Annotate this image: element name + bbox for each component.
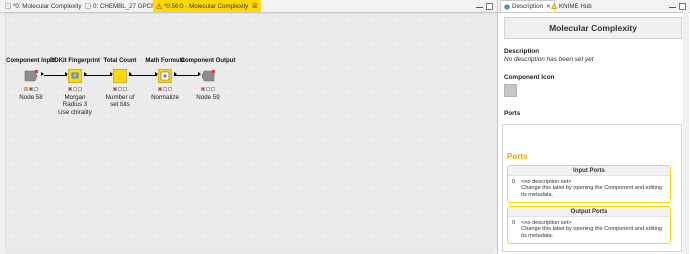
- output-ports-title: Output Ports: [508, 207, 670, 217]
- node-status-lights: [68, 87, 82, 91]
- workflow-editor: *0: Molecular Complexity 0: CHEMBL_27 GP…: [0, 0, 498, 254]
- math-formula-node-icon: [158, 69, 172, 83]
- ports-heading: Ports: [504, 110, 521, 117]
- workflow-canvas[interactable]: [5, 13, 493, 251]
- tab-label: *0: Molecular Complexity: [13, 2, 82, 10]
- tab-label: 0: CHEMBL_27 GPCRs: [93, 2, 159, 10]
- horizontal-scrollbar[interactable]: [5, 249, 491, 254]
- component-icon-heading: Component Icon: [504, 74, 555, 81]
- editor-tab-bar: *0: Molecular Complexity 0: CHEMBL_27 GP…: [0, 0, 497, 13]
- maximize-icon[interactable]: [486, 2, 493, 10]
- total-count-node-icon: [113, 69, 127, 83]
- component-icon-placeholder[interactable]: [504, 84, 517, 97]
- info-icon: [504, 3, 510, 10]
- ports-section-title: Ports: [507, 152, 528, 161]
- port-number: 0: [512, 220, 516, 226]
- panel-scrollbar[interactable]: [683, 12, 689, 254]
- description-value: No description has been set yet: [504, 56, 594, 63]
- tab-molecular-complexity[interactable]: *0: Molecular Complexity: [2, 0, 84, 12]
- output-port[interactable]: [84, 72, 87, 76]
- port-number: 0: [512, 179, 516, 185]
- hub-icon: [551, 3, 557, 9]
- output-port[interactable]: [41, 72, 44, 76]
- workflow-icon: [85, 3, 91, 9]
- maximize-icon[interactable]: [679, 2, 686, 10]
- node-status-lights: [158, 87, 172, 91]
- tab-close-icon[interactable]: ☒: [252, 3, 257, 10]
- component-title: Molecular Complexity: [504, 17, 682, 39]
- tab-label: Description: [512, 3, 543, 10]
- tab-label: *0:56:0 - Molecular Complexity: [164, 2, 249, 10]
- panel-tab-bar: Description ✕ KNIME Hub: [498, 0, 690, 13]
- description-heading: Description: [504, 48, 540, 55]
- output-port[interactable]: [129, 72, 132, 76]
- output-ports-box: Output Ports 0 <no description set> Chan…: [507, 206, 671, 244]
- minimize-icon[interactable]: [669, 4, 676, 8]
- description-panel: Description ✕ KNIME Hub Molecular Comple…: [498, 0, 690, 254]
- port-description: <no description set> Change this label b…: [521, 179, 663, 198]
- tab-chembl-gpcrs[interactable]: 0: CHEMBL_27 GPCRs: [82, 0, 162, 12]
- panel-window-controls: [669, 1, 686, 11]
- minimize-icon[interactable]: [476, 4, 483, 8]
- node-component-output[interactable]: Component Output Node 59: [178, 58, 238, 108]
- node-status-lights: [24, 87, 38, 91]
- node-status-lights: [201, 87, 215, 91]
- workflow-icon: [5, 3, 11, 9]
- output-port[interactable]: [174, 72, 177, 76]
- component-output-icon: [201, 70, 215, 82]
- node-label[interactable]: Node 59: [178, 94, 238, 101]
- vertical-scrollbar[interactable]: [491, 13, 497, 249]
- fingerprint-node-icon: [68, 69, 82, 83]
- output-port-row: 0 <no description set> Change this label…: [508, 217, 670, 242]
- tab-description[interactable]: Description ✕: [500, 0, 555, 12]
- input-port-row: 0 <no description set> Change this label…: [508, 176, 670, 201]
- node-name: Component Output: [180, 58, 236, 64]
- warning-icon: [156, 3, 162, 9]
- tab-knime-hub[interactable]: KNIME Hub: [548, 0, 595, 12]
- input-ports-title: Input Ports: [508, 166, 670, 176]
- tab-label: KNIME Hub: [559, 2, 592, 10]
- node-status-lights: [113, 87, 127, 91]
- port-description: <no description set> Change this label b…: [521, 220, 663, 239]
- input-ports-box: Input Ports 0 <no description set> Chang…: [507, 165, 671, 203]
- tab-component-molecular-complexity[interactable]: *0:56:0 - Molecular Complexity ☒: [153, 0, 261, 12]
- editor-window-controls: [476, 1, 493, 11]
- component-input-icon: [24, 70, 38, 82]
